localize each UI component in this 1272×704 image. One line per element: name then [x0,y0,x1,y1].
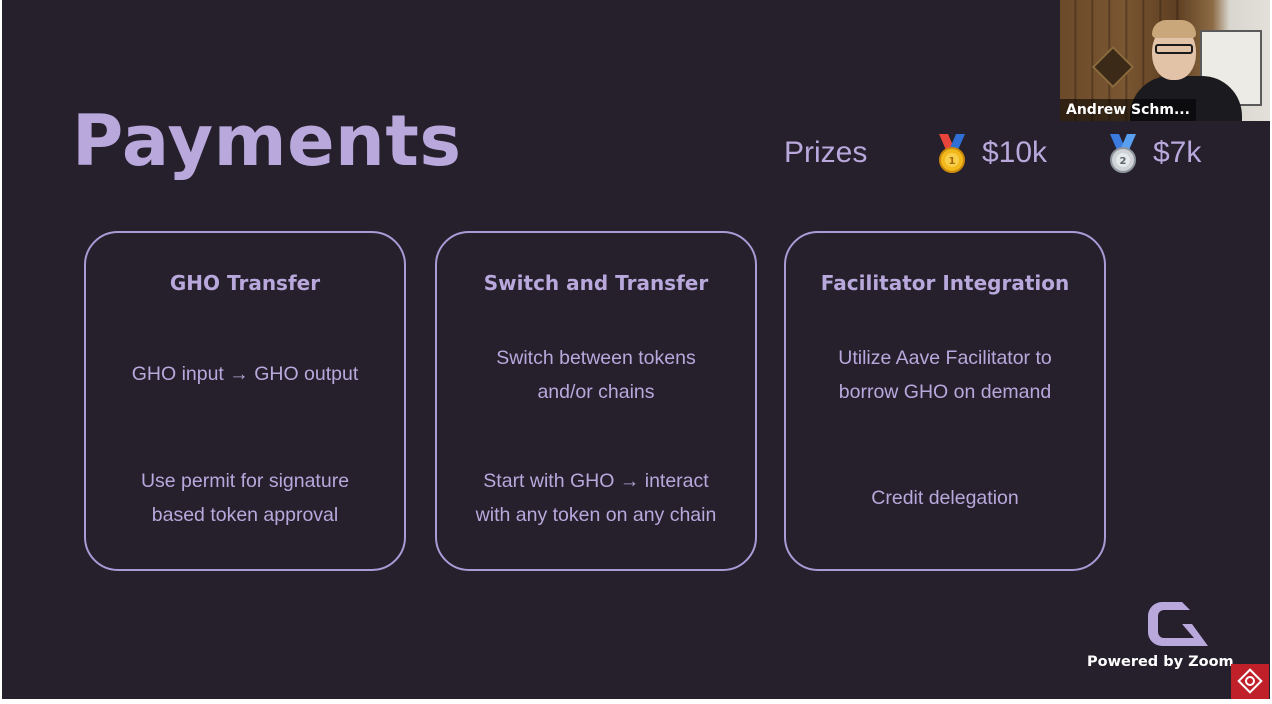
card-title: Switch and Transfer [483,271,709,295]
card-text-line: Utilize Aave Facilitator to [838,347,1052,369]
presentation-slide: Payments Prizes 1 $10k 2 $7k GHO Transfe… [2,0,1270,699]
card-text-line: Switch between tokens [496,347,696,369]
card-text: Use permit for signature based token app… [94,464,396,532]
svg-text:1: 1 [949,156,956,167]
card-text-line: and/or chains [537,381,655,403]
card-text: Start with GHO → interact with any token… [445,464,747,532]
slide-title: Payments [72,100,462,182]
card-gho-transfer: GHO Transfer GHO input → GHO output Use … [84,231,406,571]
silver-medal-icon: 2 [1110,134,1136,173]
zoom-app-icon[interactable] [1231,664,1269,699]
card-text: GHO input → GHO output [131,363,359,385]
app-diamond-icon [1237,668,1263,694]
participant-name-label: Andrew Schm... [1060,99,1196,121]
gold-medal-icon: 1 [939,134,965,173]
card-text-line: based token approval [151,504,339,526]
participant-hair [1152,20,1196,38]
gho-logo-icon [1148,602,1208,646]
card-text-line: borrow GHO on demand [838,381,1052,403]
card-text: Credit delegation [871,487,1019,509]
card-text: Utilize Aave Facilitator to borrow GHO o… [794,341,1096,409]
card-text-line: Use permit for signature [140,470,350,492]
card-facilitator-integration: Facilitator Integration Utilize Aave Fac… [784,231,1106,571]
prizes-label: Prizes [784,136,868,169]
card-text: Switch between tokens and/or chains [445,341,747,409]
powered-by-zoom-label: Powered by Zoom [1087,654,1234,670]
card-text-line: with any token on any chain [475,504,717,526]
card-text-line: Start with GHO → interact [483,470,709,492]
svg-text:2: 2 [1120,156,1127,167]
participant-video-tile[interactable]: Andrew Schm... [1060,0,1270,121]
first-prize-amount: $10k [982,136,1048,169]
card-title: Facilitator Integration [820,271,1070,295]
card-title: GHO Transfer [169,271,321,295]
second-prize-amount: $7k [1153,136,1202,169]
glasses [1155,44,1193,54]
card-switch-and-transfer: Switch and Transfer Switch between token… [435,231,757,571]
